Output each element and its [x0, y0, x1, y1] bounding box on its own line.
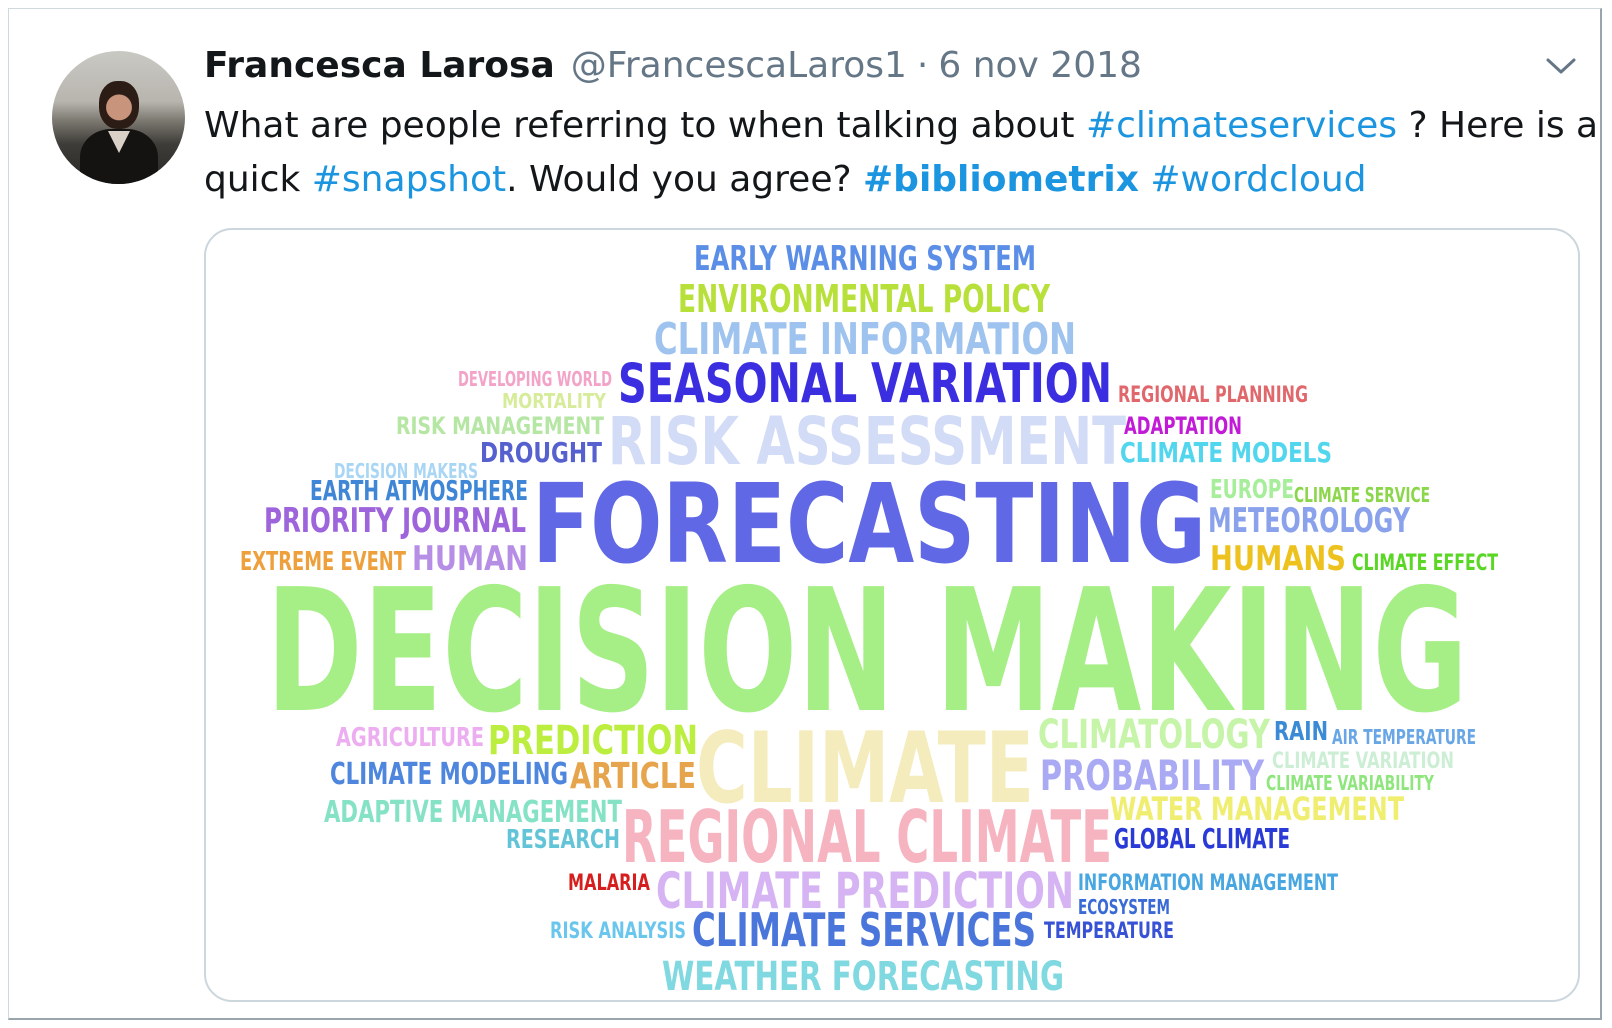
wordcloud-word: WEATHER FORECASTING [662, 954, 1064, 1000]
tweet-date[interactable]: 6 nov 2018 [938, 45, 1142, 86]
wordcloud-word: GLOBAL CLIMATE [1114, 822, 1290, 855]
tweet-text-line-2: quick #snapshot. Would you agree? #bibli… [204, 153, 1584, 207]
wordcloud-word: ECOSYSTEM [1078, 895, 1170, 919]
tweet-header: Francesca Larosa @FrancescaLaros1 · 6 no… [204, 40, 1142, 90]
hashtag-wordcloud[interactable]: #wordcloud [1150, 159, 1366, 200]
wordcloud-word: RISK ANALYSIS [550, 919, 686, 944]
wordcloud-word: DEVELOPING WORLD [458, 367, 612, 391]
tweet-text-segment: . Would you agree? [506, 159, 864, 200]
tweet-text-segment: What are people referring to when talkin… [204, 105, 1086, 146]
wordcloud-word: AGRICULTURE [336, 723, 484, 753]
hashtag-climateservices[interactable]: #climateservices [1086, 105, 1397, 146]
tweet-text: What are people referring to when talkin… [204, 99, 1598, 207]
avatar[interactable] [52, 51, 185, 184]
wordcloud-word: MORTALITY [502, 389, 607, 413]
tweet-text-segment: ? Here is a [1397, 105, 1599, 146]
wordcloud-word: MALARIA [568, 871, 651, 896]
hashtag-bibliometrix[interactable]: #bibliometrix [863, 159, 1139, 200]
wordcloud-word: RESEARCH [506, 825, 620, 855]
separator-dot: · [916, 44, 929, 86]
wordcloud-word: PRIORITY JOURNAL [264, 501, 526, 541]
wordcloud-word: AIR TEMPERATURE [1332, 725, 1476, 749]
wordcloud-word: CLIMATE MODELING [330, 757, 568, 792]
wordcloud-word: RAIN [1274, 717, 1328, 747]
hashtag-snapshot[interactable]: #snapshot [312, 159, 506, 200]
wordcloud-image[interactable]: EARLY WARNING SYSTEM ENVIRONMENTAL POLICY… [204, 228, 1580, 1002]
wordcloud-word: EARLY WARNING SYSTEM [694, 239, 1036, 279]
wordcloud-word: INFORMATION MANAGEMENT [1078, 871, 1338, 896]
author-name[interactable]: Francesca Larosa [204, 45, 555, 86]
wordcloud-word: CLIMATE SERVICES [692, 903, 1036, 957]
tweet-text-segment: quick [204, 159, 312, 200]
wordcloud-word: METEOROLOGY [1208, 501, 1411, 541]
tweet-text-line-1: What are people referring to when talkin… [204, 99, 1598, 153]
wordcloud-word: TEMPERATURE [1044, 919, 1174, 944]
wordcloud-word: REGIONAL PLANNING [1118, 383, 1308, 408]
wordcloud-word: ARTICLE [570, 756, 696, 797]
chevron-down-icon[interactable] [1543, 50, 1579, 82]
author-handle[interactable]: @FrancescaLaros1 [571, 45, 907, 86]
tweet-text-segment [1139, 159, 1150, 200]
avatar-head [99, 81, 139, 129]
wordcloud-canvas: EARLY WARNING SYSTEMENVIRONMENTAL POLICY… [240, 239, 1498, 1000]
